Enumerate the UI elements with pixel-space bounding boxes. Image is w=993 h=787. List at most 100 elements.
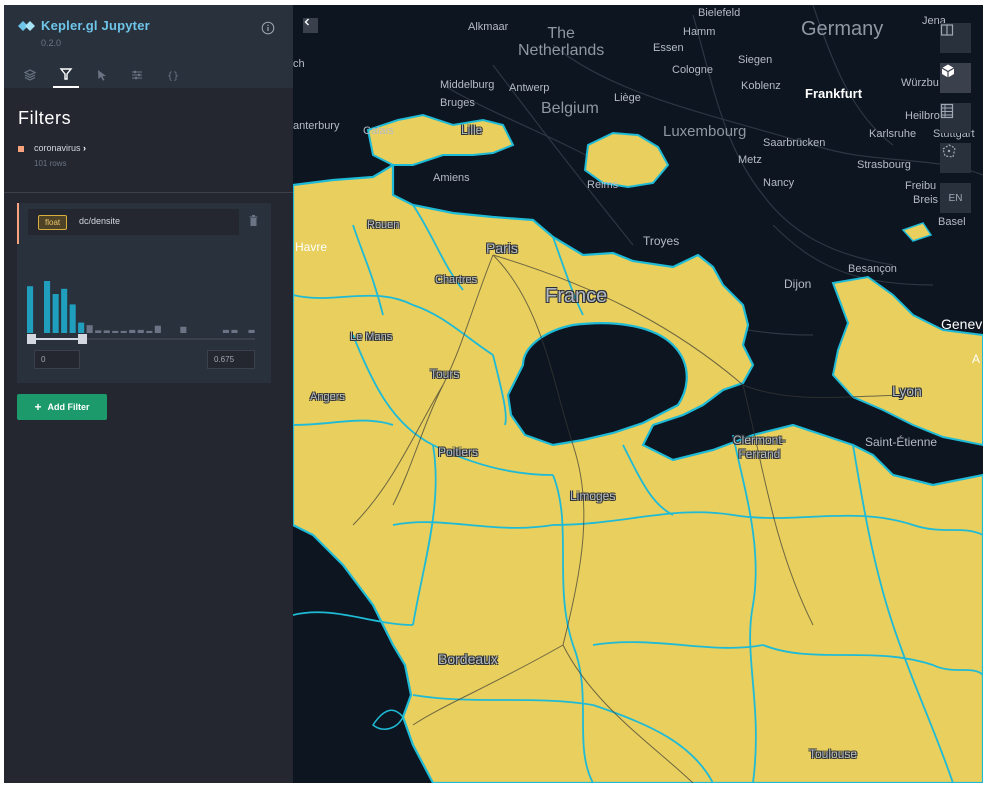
map-label: Paris (486, 240, 518, 256)
map-label: Middelburg (440, 79, 495, 91)
histogram-bar (154, 325, 161, 333)
app-title: Kepler.gl Jupyter (41, 18, 150, 33)
layers-icon (23, 69, 37, 81)
map-label: Heilbro (905, 110, 940, 122)
map-label: Karlsruhe (869, 128, 917, 140)
filter-card: float dc/densite 0 0.675 (17, 203, 271, 383)
map-label: ch (293, 58, 305, 70)
tab-base-map[interactable] (124, 62, 150, 88)
cursor-icon (98, 70, 106, 81)
tab-filters[interactable] (53, 62, 79, 88)
tab-interactions[interactable] (89, 62, 115, 88)
range-max-input[interactable]: 0.675 (207, 350, 255, 369)
tab-layers[interactable] (17, 62, 43, 88)
map-label: Liège (614, 92, 641, 104)
map-label: France (545, 285, 608, 307)
field-name: dc/densite (79, 216, 121, 226)
panel-title: Filters (18, 108, 72, 128)
dataset-accent-bar (17, 203, 19, 244)
region-polygons (293, 113, 983, 783)
map-label: Bordeaux (438, 651, 498, 667)
plus-icon: + (34, 400, 42, 414)
cube-icon (941, 64, 955, 78)
dataset-row-count: 101 rows (34, 159, 67, 168)
map-label: Siegen (738, 54, 773, 66)
map-label: Chartres (435, 274, 478, 286)
slider-active-range (31, 338, 83, 340)
split-icon (940, 24, 954, 36)
map-label: Havre (295, 240, 328, 254)
polygon-icon (942, 144, 956, 158)
legend-icon (940, 103, 954, 119)
map-label: Poitiers (438, 445, 479, 459)
range-slider[interactable] (27, 333, 257, 345)
map-label: anterbury (293, 120, 340, 132)
map-label: Genev (941, 316, 983, 332)
map-label: Saint-Étienne (865, 435, 938, 449)
chevron-left-icon (304, 18, 309, 26)
histogram-bar (86, 325, 93, 333)
map-label: Belgium (541, 100, 599, 117)
map-label: Bruges (440, 97, 475, 109)
map-label: Reims (587, 179, 619, 191)
map-label: Calais (363, 125, 394, 137)
tab-config[interactable]: {} (160, 62, 186, 88)
trash-icon[interactable] (249, 215, 258, 226)
bottom-scrollbar (0, 783, 993, 787)
map-label: Rouen (367, 219, 400, 231)
map-label: Basel (938, 216, 966, 228)
map-label: Angers (310, 391, 345, 403)
split-map-button[interactable] (940, 23, 971, 53)
divider (4, 192, 293, 193)
language-button[interactable]: EN (940, 183, 971, 213)
map-legend-button[interactable] (940, 103, 971, 133)
map-label: Koblenz (741, 80, 781, 92)
map-label: Troyes (643, 234, 680, 248)
map-geometry (293, 5, 983, 783)
map-label: Metz (738, 154, 762, 166)
slider-handle-max[interactable] (78, 334, 87, 344)
map-label: Lyon (892, 383, 922, 399)
map-label: Limoges (570, 489, 616, 503)
map-label: Saarbrücken (763, 137, 826, 149)
dataset-name[interactable]: coronavirus › (34, 143, 86, 153)
collapse-sidebar-button[interactable] (303, 18, 318, 33)
histogram-bar (44, 281, 51, 333)
range-min-input[interactable]: 0 (34, 350, 80, 369)
map-label: Le Mans (350, 331, 393, 343)
map-label: Cologne (672, 64, 713, 76)
map-label: Breis (913, 194, 939, 206)
side-panel-header: Kepler.gl Jupyter 0.2.0 {} (4, 5, 293, 88)
map-label: Clermont- Ferrand (733, 433, 786, 461)
map-label: Essen (653, 42, 684, 54)
language-label: EN (948, 192, 963, 204)
3d-map-button[interactable] (940, 63, 971, 93)
filter-icon (59, 68, 73, 80)
histogram-bar (61, 288, 68, 333)
histogram-bar (78, 322, 85, 333)
coast-inlet (371, 709, 404, 730)
info-icon[interactable] (261, 21, 275, 35)
field-type-tag: float (38, 215, 68, 230)
map-label: Hamm (683, 26, 716, 38)
map-label: Luxembourg (663, 123, 747, 140)
map-label: Lille (461, 123, 483, 137)
histogram-bar (27, 286, 34, 333)
draw-polygon-button[interactable] (940, 143, 971, 173)
map-label: Dijon (784, 277, 812, 291)
field-selector[interactable]: float dc/densite (28, 209, 239, 235)
map-label: Freibu (905, 180, 937, 192)
add-filter-button[interactable]: + Add Filter (17, 394, 107, 420)
sliders-icon (132, 70, 142, 80)
app-version: 0.2.0 (41, 38, 62, 48)
histogram-bar (52, 294, 59, 333)
side-panel: Kepler.gl Jupyter 0.2.0 {} Filters coron… (4, 5, 293, 783)
histogram-bar (69, 304, 76, 333)
map-label: Frankfurt (805, 86, 863, 101)
map-canvas[interactable]: Bielefeld The Netherlands Germany Jena A… (293, 5, 983, 783)
map-label: Strasbourg (857, 159, 911, 171)
kepler-logo-icon (18, 21, 35, 31)
slider-handle-min[interactable] (27, 334, 36, 344)
svg-text:{}: {} (167, 71, 179, 82)
chevron-right-icon: › (83, 143, 87, 153)
